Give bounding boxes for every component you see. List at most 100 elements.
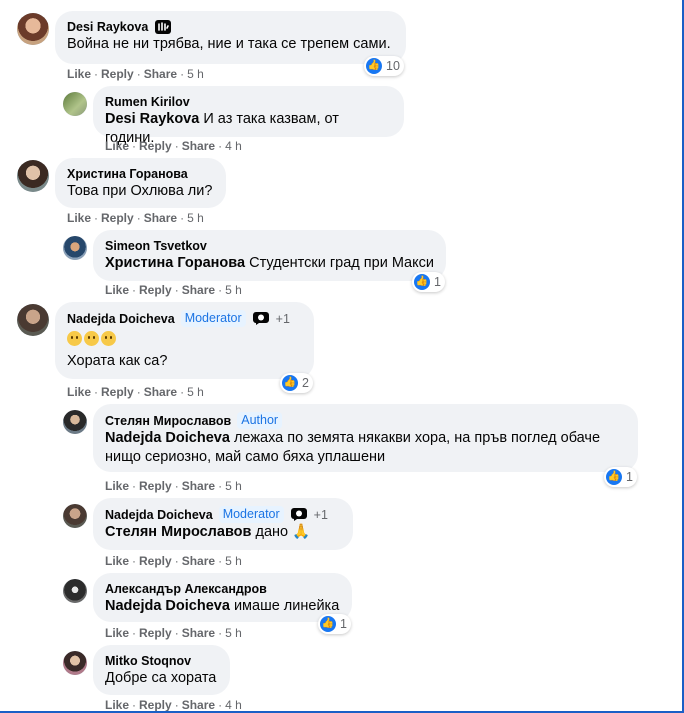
reactions-count[interactable]: 👍 1 <box>604 467 637 487</box>
moderator-badge[interactable]: Moderator <box>180 310 246 327</box>
comment-time[interactable]: 5 h <box>225 626 242 640</box>
comment-author[interactable]: Христина Горанова <box>67 166 188 182</box>
comment-bubble: Nadejda Doicheva Moderator +1 Хората как… <box>55 302 314 379</box>
mention-link[interactable]: Nadejda Doicheva <box>105 598 230 614</box>
comment-author[interactable]: Simeon Tsvetkov <box>105 238 207 254</box>
reactions-count[interactable]: 👍 2 <box>280 373 313 393</box>
like-button[interactable]: Like <box>105 479 129 493</box>
share-button[interactable]: Share <box>182 479 215 493</box>
reactions-count[interactable]: 👍 1 <box>412 272 445 292</box>
reply-button[interactable]: Reply <box>139 626 172 640</box>
comment-actions: Like · Reply · Share · 5 h <box>105 554 242 568</box>
share-button[interactable]: Share <box>182 139 215 153</box>
comment-author[interactable]: Desi Raykova <box>67 19 148 35</box>
comment-time[interactable]: 5 h <box>225 283 242 297</box>
wave-icon <box>155 20 172 34</box>
comment-time[interactable]: 5 h <box>187 385 204 399</box>
badge-count[interactable]: +1 <box>314 507 328 523</box>
comment-actions: Like · Reply · Share · 5 h <box>105 283 242 297</box>
like-button[interactable]: Like <box>105 626 129 640</box>
share-button[interactable]: Share <box>182 698 215 712</box>
reactions-count[interactable]: 👍 1 <box>318 614 351 634</box>
comment-author[interactable]: Стелян Мирославов <box>105 413 231 429</box>
emoji-icon <box>84 331 99 346</box>
avatar[interactable] <box>63 236 87 260</box>
comment-bubble: Rumen Kirilov Desi Raykova И аз така каз… <box>93 86 404 146</box>
avatar[interactable] <box>63 410 87 434</box>
reply-button[interactable]: Reply <box>101 67 134 81</box>
like-button[interactable]: Like <box>105 283 129 297</box>
reply-button[interactable]: Reply <box>139 554 172 568</box>
like-reaction-icon: 👍 <box>414 274 430 290</box>
emoji-icon <box>101 331 116 346</box>
avatar[interactable] <box>63 579 87 603</box>
comment-author[interactable]: Александър Александров <box>105 581 267 597</box>
comment-time[interactable]: 4 h <box>225 139 242 153</box>
comment-bubble: Mitko Stoqnov Добре са хората <box>93 645 230 695</box>
comment-author[interactable]: Nadejda Doicheva <box>105 507 213 523</box>
avatar[interactable] <box>63 651 87 675</box>
comment-text: дано 🙏 <box>251 524 311 540</box>
mention-link[interactable]: Христина Горанова <box>105 255 245 271</box>
like-button[interactable]: Like <box>105 554 129 568</box>
comment-bubble: Христина Горанова Това при Охлюва ли? <box>55 158 226 208</box>
comment-actions: Like · Reply · Share · 5 h <box>67 67 204 81</box>
reply-button[interactable]: Reply <box>139 698 172 712</box>
comment-text: Хората как са? <box>67 353 168 369</box>
moderator-badge[interactable]: Moderator <box>218 506 284 523</box>
comment-author[interactable]: Mitko Stoqnov <box>105 653 191 669</box>
mention-link[interactable]: Стелян Мирославов <box>105 524 251 540</box>
mention-link[interactable]: Desi Raykova <box>105 111 199 127</box>
comment-actions: Like · Reply · Share · 5 h <box>67 211 204 225</box>
comment-time[interactable]: 5 h <box>225 554 242 568</box>
comment-actions: Like · Reply · Share · 4 h <box>105 139 242 153</box>
reply-button[interactable]: Reply <box>101 385 134 399</box>
comment-actions: Like · Reply · Share · 5 h <box>67 385 204 399</box>
comment-actions: Like · Reply · Share · 5 h <box>105 479 242 493</box>
comment-bubble: Nadejda Doicheva Moderator +1 Стелян Мир… <box>93 498 353 550</box>
comment-time[interactable]: 5 h <box>187 67 204 81</box>
comment-bubble: Simeon Tsvetkov Христина Горанова Студен… <box>93 230 446 281</box>
comment-time[interactable]: 5 h <box>187 211 204 225</box>
comment-actions: Like · Reply · Share · 4 h <box>105 698 242 712</box>
reactions-count[interactable]: 👍 10 <box>364 56 404 76</box>
comment-text: имаше линейка <box>229 598 340 614</box>
reply-button[interactable]: Reply <box>139 139 172 153</box>
avatar[interactable] <box>17 160 49 192</box>
reply-button[interactable]: Reply <box>139 283 172 297</box>
comment-author[interactable]: Nadejda Doicheva <box>67 311 175 327</box>
badge-count[interactable]: +1 <box>276 311 290 327</box>
comment-time[interactable]: 5 h <box>225 479 242 493</box>
reply-button[interactable]: Reply <box>139 479 172 493</box>
comment-time[interactable]: 4 h <box>225 698 242 712</box>
comment-text: Това при Охлюва ли? <box>67 183 213 199</box>
author-badge[interactable]: Author <box>237 412 283 429</box>
avatar[interactable] <box>17 13 49 45</box>
comment-bubble: Desi Raykova Война не ни трябва, ние и т… <box>55 11 406 64</box>
like-reaction-icon: 👍 <box>320 616 336 632</box>
share-button[interactable]: Share <box>182 626 215 640</box>
like-button[interactable]: Like <box>105 139 129 153</box>
like-button[interactable]: Like <box>67 385 91 399</box>
like-reaction-icon: 👍 <box>282 375 298 391</box>
reply-button[interactable]: Reply <box>101 211 134 225</box>
share-button[interactable]: Share <box>182 554 215 568</box>
share-button[interactable]: Share <box>144 211 177 225</box>
mention-link[interactable]: Nadejda Doicheva <box>105 430 230 446</box>
emoji-icon <box>67 331 82 346</box>
share-button[interactable]: Share <box>144 385 177 399</box>
avatar[interactable] <box>17 304 49 336</box>
comment-bubble: Стелян Мирославов Author Nadejda Doichev… <box>93 404 638 472</box>
like-button[interactable]: Like <box>105 698 129 712</box>
like-button[interactable]: Like <box>67 211 91 225</box>
avatar[interactable] <box>63 504 87 528</box>
comment-author[interactable]: Rumen Kirilov <box>105 94 190 110</box>
comment-text: Война не ни трябва, ние и така се трепем… <box>67 36 391 52</box>
like-button[interactable]: Like <box>67 67 91 81</box>
share-button[interactable]: Share <box>144 67 177 81</box>
avatar[interactable] <box>63 92 87 116</box>
fan-badge-icon[interactable] <box>290 507 308 522</box>
fan-badge-icon[interactable] <box>252 311 270 326</box>
comment-bubble: Александър Александров Nadejda Doicheva … <box>93 573 352 622</box>
share-button[interactable]: Share <box>182 283 215 297</box>
